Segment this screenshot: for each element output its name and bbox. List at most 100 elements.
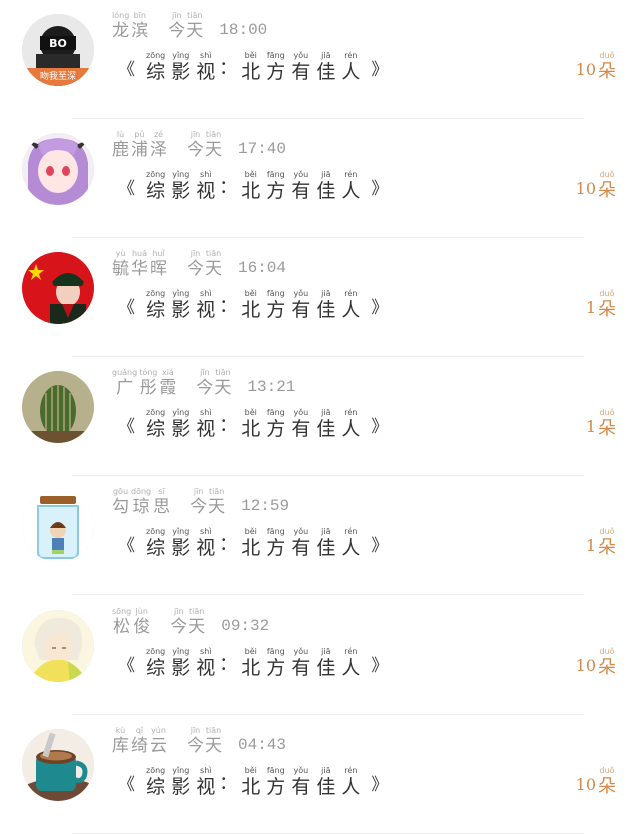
title-colon: ： [219, 58, 238, 79]
hanzi: 思 [153, 497, 171, 517]
ruby-char: běi 北 [241, 409, 260, 439]
ruby-char: zōng 综 [146, 648, 165, 678]
item-title[interactable]: 《 zōng 综 yǐng 影 shì 视： běi 北 fāng 方 yǒu 有 jiā 佳 rén 人》 [118, 528, 388, 558]
day-label: jīn 今 tiān 天 [196, 369, 231, 397]
list-item[interactable]: guǎng 广 tóng 彤 xiá 霞 jīn 今 tiān 天 13:21 《 zōng 综 yǐ… [0, 357, 640, 476]
item-title[interactable]: 《 zōng 综 yǐng 影 shì 视： běi 北 fāng 方 yǒu 有 jiā 佳 rén 人》 [118, 648, 388, 678]
ruby-char: shì 视 [196, 52, 215, 82]
ruby-char: fāng 方 [266, 52, 285, 82]
hanzi: 北 [241, 776, 261, 798]
ruby-char: bīn 滨 [131, 12, 148, 40]
hanzi: 综 [146, 180, 166, 202]
user-name[interactable]: guǎng 广 tóng 彤 xiá 霞 [112, 369, 176, 397]
ruby-char: jīn 今 [170, 608, 187, 636]
hanzi: 今 [187, 140, 204, 160]
hanzi: 影 [171, 299, 191, 321]
ruby-char: fāng 方 [266, 767, 285, 797]
user-name[interactable]: lóng 龙 bīn 滨 [112, 12, 148, 40]
hanzi: 今 [187, 736, 204, 756]
ruby-char: yǒu 有 [291, 290, 310, 320]
title-colon: ： [219, 773, 238, 794]
item-title[interactable]: 《 zōng 综 yǐng 影 shì 视： běi 北 fāng 方 yǒu 有 jiā 佳 rén 人》 [118, 290, 388, 320]
flower-count: 10 duǒ 朵 [576, 648, 616, 677]
hanzi: 综 [146, 61, 166, 83]
avatar[interactable] [22, 252, 94, 324]
timestamp: 17:40 [238, 140, 287, 158]
list-item[interactable]: sōng 松 jùn 俊 jīn 今 tiān 天 09:32 《 zōng 综 yǐng 影 shì… [0, 596, 640, 715]
avatar[interactable] [22, 133, 94, 205]
hanzi: 佳 [316, 180, 336, 202]
hanzi: 方 [266, 299, 286, 321]
ruby-char: běi 北 [241, 528, 260, 558]
hanzi: 有 [291, 657, 311, 679]
user-name[interactable]: kù 库 qǐ 绮 yún 云 [112, 727, 167, 755]
hanzi: 北 [241, 61, 261, 83]
hanzi: 方 [266, 537, 286, 559]
ruby-char: jīn 今 [187, 131, 204, 159]
hanzi: 有 [291, 299, 311, 321]
ruby-char: lóng 龙 [112, 12, 129, 40]
ruby-char: duǒ 朵 [598, 648, 616, 677]
hanzi: 琼 [132, 497, 150, 517]
ruby-char: tiān 天 [186, 12, 203, 40]
ruby-char: rén 人 [341, 409, 360, 439]
title-right-bracket: 》 [371, 417, 389, 437]
ruby-char: guǎng 广 [112, 369, 137, 397]
item-title[interactable]: 《 zōng 综 yǐng 影 shì 视： běi 北 fāng 方 yǒu 有 jiā 佳 rén 人》 [118, 171, 388, 201]
list-item[interactable]: lù 鹿 pǔ 浦 zé 泽 jīn 今 tiān 天 17:40 《 zōng 综 yǐng 影 shì… [0, 119, 640, 238]
hanzi: 方 [266, 180, 286, 202]
hanzi: 有 [291, 180, 311, 202]
hanzi: 佳 [316, 418, 336, 440]
item-title[interactable]: 《 zōng 综 yǐng 影 shì 视： běi 北 fāng 方 yǒu 有 jiā 佳 rén 人》 [118, 767, 388, 797]
ruby-char: duǒ 朵 [598, 52, 616, 81]
hanzi: 佳 [316, 61, 336, 83]
title-colon: ： [219, 534, 238, 555]
avatar[interactable] [22, 371, 94, 443]
hanzi: 北 [241, 657, 261, 679]
list-item[interactable]: kù 库 qǐ 绮 yún 云 jīn 今 tiān 天 04:43 《 zōng 综 yǐng 影 sh… [0, 715, 640, 834]
hanzi: 综 [146, 657, 166, 679]
ruby-char: zōng 综 [146, 528, 165, 558]
hanzi: 今 [190, 497, 208, 517]
title-colon: ： [219, 654, 238, 675]
user-name[interactable]: gōu 勾 dōng 琼 sī 思 [112, 488, 170, 516]
timestamp: 09:32 [221, 617, 270, 635]
ruby-char: yǒu 有 [291, 648, 310, 678]
hanzi: 彤 [139, 378, 157, 398]
avatar[interactable]: BO 吻我至深 [22, 14, 94, 86]
day-label: jīn 今 tiān 天 [187, 727, 222, 755]
list-item[interactable]: yù 毓 huá 华 huǐ 晖 jīn 今 tiān 天 16:04 《 zōng 综 yǐng 影 s… [0, 238, 640, 357]
list-item[interactable]: gōu 勾 dōng 琼 sī 思 jīn 今 tiān 天 12:59 《 zōng 综 yǐng 影… [0, 476, 640, 595]
hanzi: 滨 [131, 21, 149, 41]
hanzi: 华 [131, 259, 148, 279]
count-number: 10 [575, 179, 596, 198]
flower-count: 10 duǒ 朵 [576, 767, 616, 796]
avatar[interactable] [22, 729, 94, 801]
hanzi: 北 [241, 180, 261, 202]
ruby-char: duǒ 朵 [598, 290, 616, 319]
title-right-bracket: 》 [371, 298, 389, 318]
ruby-char: sōng 松 [112, 608, 131, 636]
ruby-char: tiān 天 [188, 608, 205, 636]
ruby-char: běi 北 [241, 290, 260, 320]
user-name[interactable]: lù 鹿 pǔ 浦 zé 泽 [112, 131, 167, 159]
avatar[interactable] [22, 490, 94, 562]
hanzi: 有 [291, 61, 311, 83]
list-item[interactable]: BO 吻我至深 lóng 龙 bīn 滨 jīn 今 tiān 天 18:00 《 zōng 综 y… [0, 0, 640, 119]
item-title[interactable]: 《 zōng 综 yǐng 影 shì 视： běi 北 fāng 方 yǒu 有 jiā 佳 rén 人》 [118, 52, 388, 82]
ruby-char: yǐng 影 [171, 648, 190, 678]
ruby-char: rén 人 [341, 52, 360, 82]
count-number: 10 [575, 656, 596, 675]
user-name[interactable]: sōng 松 jùn 俊 [112, 608, 150, 636]
ruby-char: shì 视 [196, 767, 215, 797]
ruby-char: xiá 霞 [159, 369, 176, 397]
avatar-badge-text: 吻我至深 [39, 72, 76, 82]
ruby-char: zōng 综 [146, 290, 165, 320]
title-colon: ： [219, 415, 238, 436]
user-name[interactable]: yù 毓 huá 华 huǐ 晖 [112, 250, 167, 278]
avatar[interactable] [22, 610, 94, 682]
entry-meta: guǎng 广 tóng 彤 xiá 霞 jīn 今 tiān 天 13:21 [112, 369, 295, 403]
hanzi: 鹿 [112, 140, 129, 160]
item-title[interactable]: 《 zōng 综 yǐng 影 shì 视： běi 北 fāng 方 yǒu 有 jiā 佳 rén 人》 [118, 409, 388, 439]
ruby-char: shì 视 [196, 409, 215, 439]
